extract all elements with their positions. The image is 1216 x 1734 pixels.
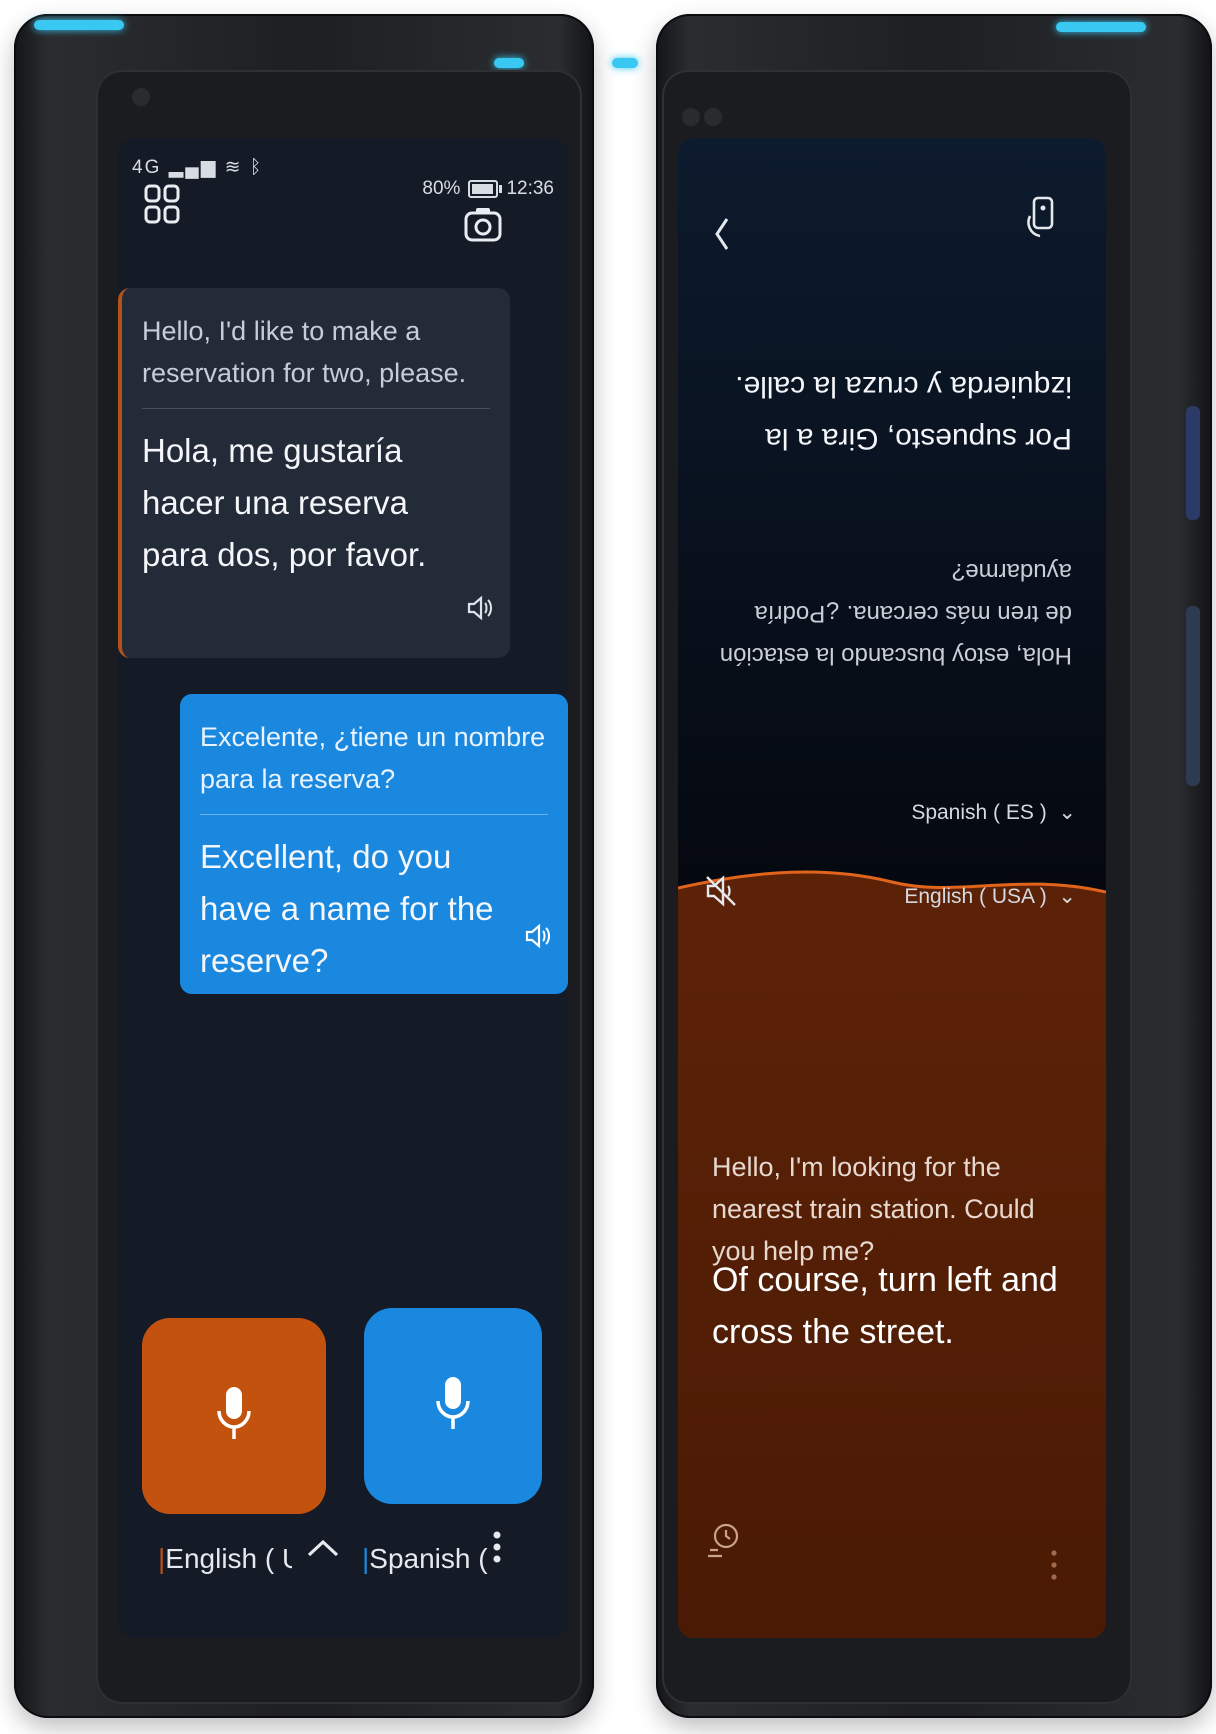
language-label: English ( USA (165, 1543, 292, 1574)
battery-percent: 80% (422, 178, 461, 199)
conversation-card-received: Hello, I'd like to make a reservation fo… (118, 288, 510, 658)
edge-light (1056, 22, 1146, 32)
divider (142, 408, 490, 409)
camera-lens (704, 108, 722, 126)
microphone-icon (433, 1375, 473, 1438)
edge-light (612, 58, 638, 68)
language-label: Spanish ( ES ) (911, 801, 1047, 824)
signal-indicator: 4G ▂▄▆ ≋ ᛒ (132, 156, 263, 179)
camera-lens (682, 108, 700, 126)
mute-speaker-icon[interactable] (704, 874, 738, 913)
mic-button-english[interactable] (142, 1318, 326, 1514)
camera-icon[interactable] (464, 206, 502, 252)
wifi-icon: ≋ (224, 157, 243, 178)
chevron-up-icon[interactable] (306, 1534, 340, 1566)
translation-text: Excellent, do you have a name for the re… (200, 838, 494, 979)
status-right: 80% 12:36 (422, 178, 554, 200)
grid-icon[interactable] (144, 184, 180, 234)
language-select-left[interactable]: |English ( USA (158, 1543, 292, 1575)
source-text-flipped: Hola, estoy buscando la estación de tren… (719, 558, 1072, 669)
translation-text: Hola, me gustaría hacer una reserva para… (142, 432, 427, 573)
flip-device-icon[interactable] (1024, 194, 1058, 247)
edge-light (34, 20, 124, 30)
language-select-top[interactable]: Spanish ( ES ) ⌄ (911, 800, 1076, 825)
chevron-down-icon: ⌄ (1052, 885, 1076, 908)
upper-panel: Por supuesto, Gira a la izquierda y cruz… (678, 138, 1106, 898)
side-button[interactable] (1186, 606, 1200, 786)
microphone-icon (214, 1385, 254, 1448)
edge-light (494, 58, 524, 68)
translator-screen-right: Por supuesto, Gira a la izquierda y cruz… (678, 138, 1106, 1638)
language-label: English ( USA ) (904, 885, 1047, 908)
conversation-card-sent: Excelente, ¿tiene un nombre para la rese… (180, 694, 568, 994)
status-bar: 4G ▂▄▆ ≋ ᛒ 80% 12:36 (132, 148, 554, 199)
more-vertical-icon[interactable] (1050, 1548, 1058, 1587)
side-button[interactable] (1186, 406, 1200, 520)
translator-screen-left: 4G ▂▄▆ ≋ ᛒ 80% 12:36 Hello, I'd like to … (118, 138, 568, 1638)
translation-text: Of course, turn left and cross the stree… (712, 1261, 1058, 1351)
divider (200, 814, 548, 815)
language-select-bottom[interactable]: English ( USA ) ⌄ (904, 884, 1076, 909)
signal-icon: ▂▄▆ (168, 157, 218, 178)
camera-lens (132, 88, 150, 106)
speaker-icon[interactable] (524, 923, 552, 956)
back-chevron-icon[interactable] (714, 216, 730, 257)
translation-text-flipped: Por supuesto, Gira a la izquierda y cruz… (735, 370, 1072, 455)
clock: 12:36 (506, 178, 554, 199)
language-label: Spanish ( ES (369, 1543, 488, 1574)
history-icon[interactable] (706, 1522, 740, 1565)
speaker-icon[interactable] (466, 595, 494, 628)
network-type: 4G (132, 157, 162, 178)
more-vertical-icon[interactable] (492, 1530, 502, 1569)
chevron-down-icon: ⌄ (1052, 801, 1076, 824)
bluetooth-icon: ᛒ (249, 157, 264, 178)
source-text: Excelente, ¿tiene un nombre para la rese… (200, 722, 546, 794)
battery-icon (468, 180, 503, 198)
source-text: Hello, I'd like to make a reservation fo… (142, 316, 467, 388)
mic-button-spanish[interactable] (364, 1308, 542, 1504)
language-select-right[interactable]: |Spanish ( ES (362, 1543, 488, 1575)
